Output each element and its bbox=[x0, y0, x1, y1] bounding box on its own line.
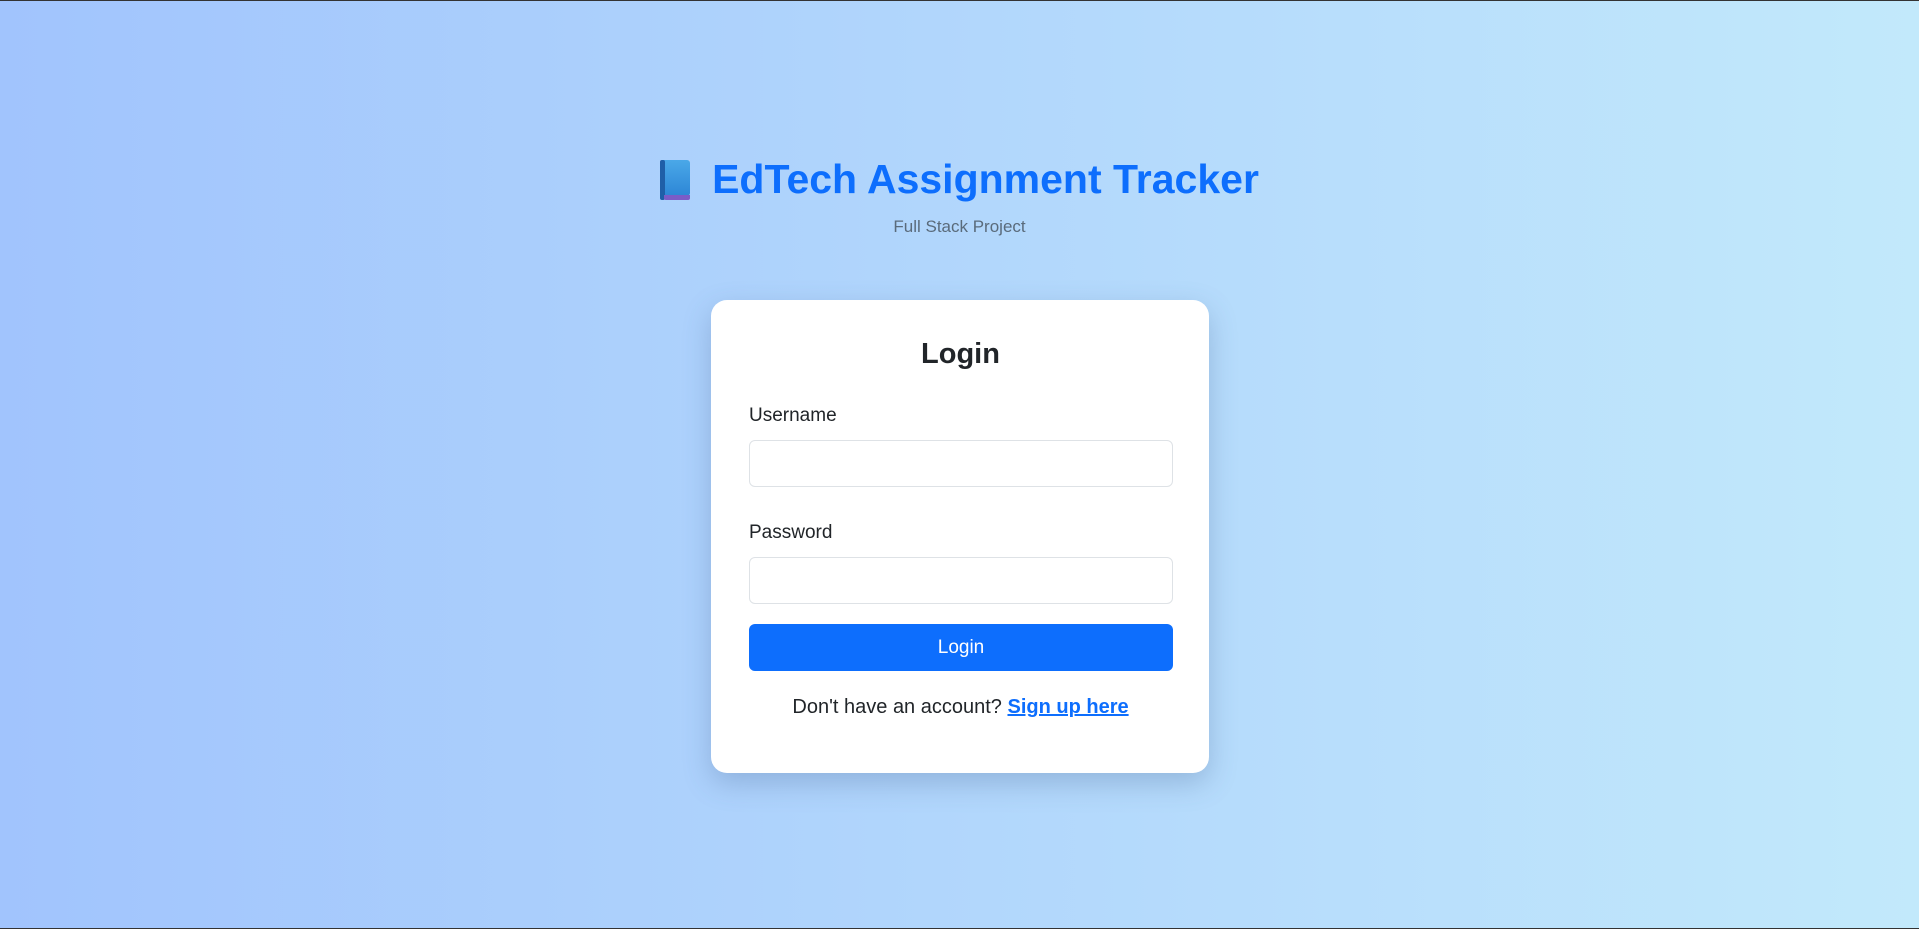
app-subtitle: Full Stack Project bbox=[893, 216, 1026, 236]
app-title: EdTech Assignment Tracker bbox=[660, 156, 1259, 203]
page-header: EdTech Assignment Tracker Full Stack Pro… bbox=[0, 156, 1919, 237]
login-title: Login bbox=[921, 338, 1000, 370]
username-label: Username bbox=[749, 405, 837, 426]
book-icon bbox=[660, 159, 691, 200]
signup-row: Don't have an account? Sign up here bbox=[749, 696, 1172, 719]
password-input[interactable] bbox=[749, 557, 1173, 604]
signup-prompt: Don't have an account? bbox=[792, 696, 1002, 718]
login-button[interactable]: Login bbox=[749, 624, 1173, 671]
password-label: Password bbox=[749, 522, 833, 543]
signup-link[interactable]: Sign up here bbox=[1007, 696, 1128, 718]
username-input[interactable] bbox=[749, 440, 1173, 487]
app-title-text: EdTech Assignment Tracker bbox=[712, 156, 1259, 202]
login-card: Login Username Password Login Don't have… bbox=[711, 300, 1209, 773]
